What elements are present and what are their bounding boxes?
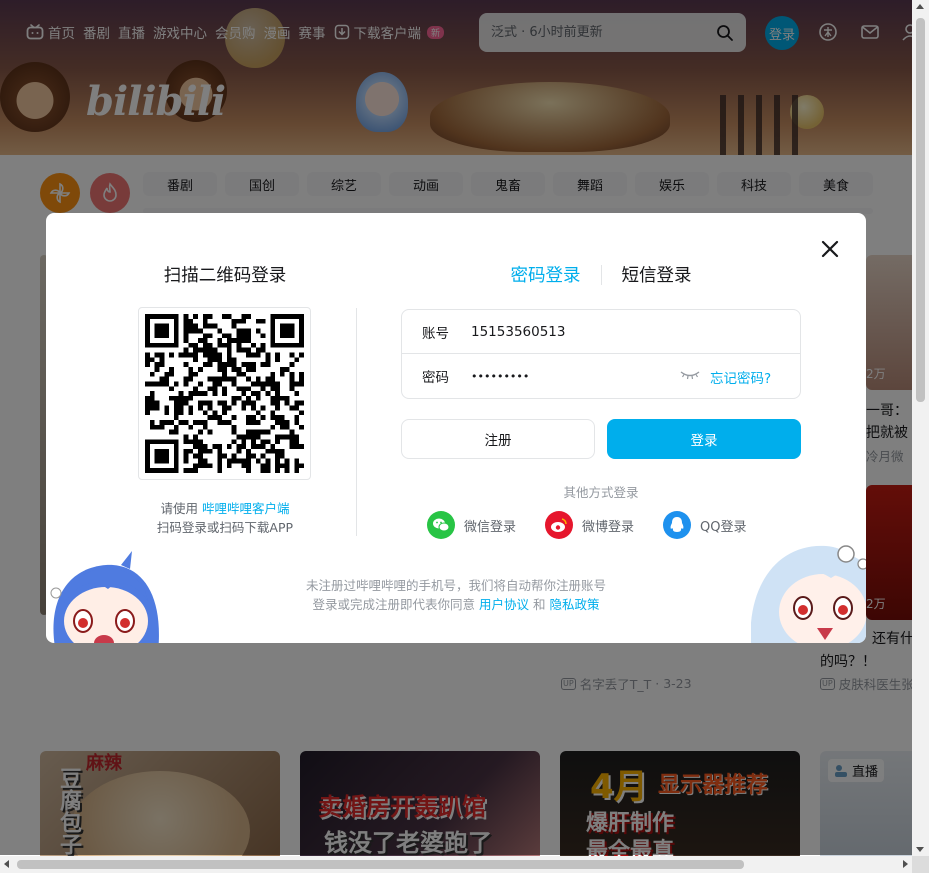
social-label: QQ登录: [700, 519, 747, 535]
tab-separator: [600, 264, 602, 285]
scroll-down-icon[interactable]: [916, 847, 924, 852]
qr-hint-line2: 扫码登录或扫码下载APP: [156, 520, 294, 535]
scroll-right-icon[interactable]: [903, 860, 908, 868]
wechat-icon: [427, 511, 455, 539]
login-form: 账号 密码 ••••••••• 忘记密码?: [401, 309, 801, 399]
login-button[interactable]: 登录: [607, 419, 801, 459]
qq-icon: [663, 511, 691, 539]
login-tabs: 密码登录 短信登录: [401, 262, 801, 287]
close-icon[interactable]: [818, 237, 842, 261]
mascot-22-illustration: [50, 551, 159, 643]
forgot-password-link[interactable]: 忘记密码?: [710, 367, 771, 387]
weibo-login[interactable]: 微博登录: [545, 511, 634, 539]
tab-sms-login[interactable]: 短信登录: [622, 262, 692, 287]
mascot-33-illustration: [751, 545, 866, 643]
qr-login-title: 扫描二维码登录: [163, 266, 287, 286]
agreement-prefix: 登录或完成注册即代表你同意: [312, 597, 475, 612]
password-field[interactable]: •••••••••: [471, 370, 671, 383]
qq-login[interactable]: QQ登录: [663, 511, 746, 539]
account-row: 账号: [402, 310, 800, 354]
password-label: 密码: [422, 370, 449, 386]
account-label: 账号: [422, 325, 449, 342]
scroll-up-icon[interactable]: [916, 4, 924, 9]
weibo-icon: [545, 511, 573, 539]
client-link[interactable]: 哔哩哔哩客户端: [202, 501, 290, 516]
agreement-and: 和: [532, 597, 546, 612]
wechat-login[interactable]: 微信登录: [427, 511, 516, 539]
qr-code-image: [145, 314, 304, 473]
scroll-thumb[interactable]: [17, 860, 744, 869]
eye-closed-icon[interactable]: [680, 369, 700, 381]
tab-password-login[interactable]: 密码登录: [511, 262, 581, 287]
social-label: 微博登录: [582, 519, 635, 535]
login-modal: 扫描二维码登录 请使用 哔哩哔哩客户端 扫码登录或扫码下载APP 密码登录 短信…: [46, 213, 866, 643]
scroll-left-icon[interactable]: [4, 860, 9, 868]
scrollbar-corner: [912, 856, 929, 873]
vertical-scrollbar[interactable]: [912, 0, 929, 856]
register-button[interactable]: 注册: [401, 419, 595, 459]
account-field[interactable]: [471, 323, 671, 340]
vertical-divider: [356, 308, 357, 536]
privacy-policy-link[interactable]: 隐私政策: [549, 597, 599, 612]
qr-hint-prefix: 请使用: [160, 501, 198, 516]
qr-hint: 请使用 哔哩哔哩客户端 扫码登录或扫码下载APP: [46, 499, 404, 537]
agreement-text: 未注册过哔哩哔哩的手机号，我们将自动帮你注册账号 登录或完成注册即代表你同意 用…: [46, 576, 866, 614]
other-methods-title: 其他方式登录: [563, 485, 639, 500]
qr-code[interactable]: [138, 307, 311, 480]
social-label: 微信登录: [464, 519, 517, 535]
horizontal-scrollbar[interactable]: [0, 856, 912, 873]
agreement-line1: 未注册过哔哩哔哩的手机号，我们将自动帮你注册账号: [305, 578, 606, 593]
scroll-thumb[interactable]: [916, 18, 925, 402]
user-agreement-link[interactable]: 用户协议: [479, 597, 529, 612]
password-row: 密码 ••••••••• 忘记密码?: [402, 354, 800, 398]
